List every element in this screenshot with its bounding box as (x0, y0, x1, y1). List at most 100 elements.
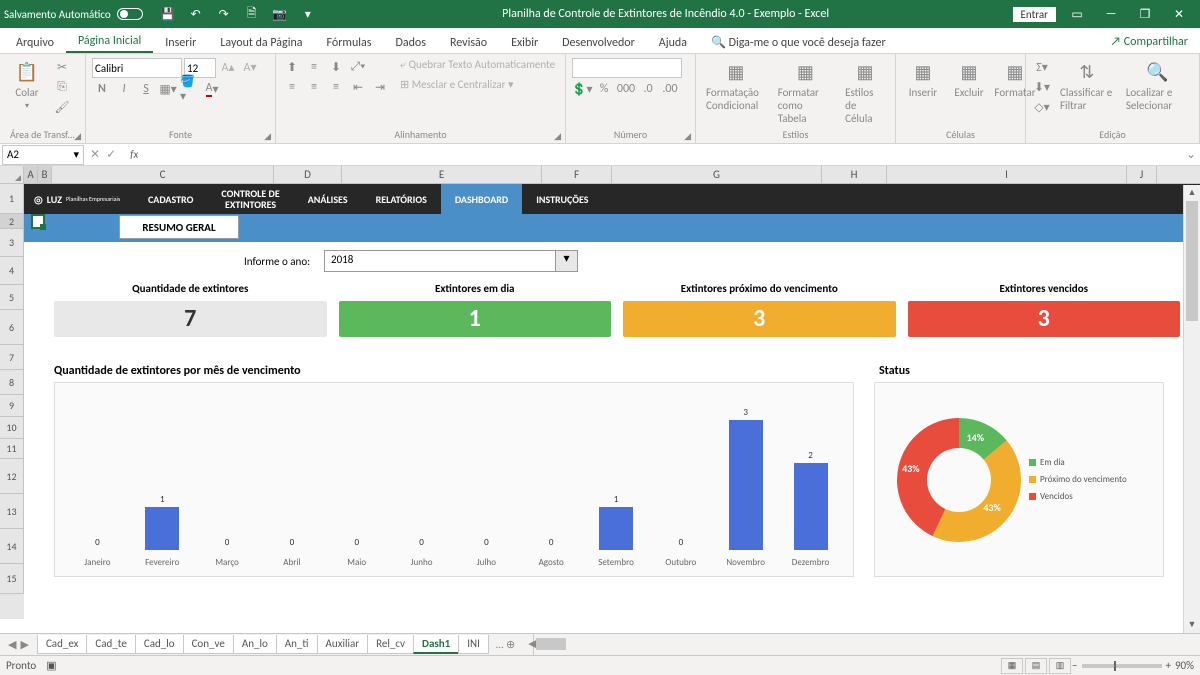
align-left-icon[interactable]: ≡ (282, 78, 302, 96)
tab-developer[interactable]: Desenvolvedor (550, 32, 647, 53)
dec-dec-icon[interactable]: .00 (660, 80, 680, 98)
fx-icon[interactable]: fx (130, 148, 138, 161)
tab-insert[interactable]: Inserir (153, 32, 208, 53)
sheet-tab[interactable]: Rel_cv (367, 635, 414, 654)
autosave-toggle[interactable]: Salvamento Automático (4, 8, 143, 21)
vertical-scrollbar[interactable]: ▲▼ (1183, 185, 1200, 633)
clear-icon[interactable]: ◇▾ (1032, 98, 1052, 116)
fill-icon[interactable]: ⬇▾ (1032, 78, 1052, 96)
format-painter-icon[interactable]: 🖌 (52, 98, 72, 116)
wrap-text-button[interactable]: ⤶ Quebrar Texto Automaticamente (400, 58, 555, 72)
align-right-icon[interactable]: ≡ (326, 78, 346, 96)
row-header-10[interactable]: 10 (0, 417, 24, 439)
col-header-F[interactable]: F (542, 166, 612, 183)
copy-icon[interactable]: ⎘ (52, 78, 72, 96)
tab-data[interactable]: Dados (383, 32, 437, 53)
tell-me[interactable]: 🔍 Diga-me o que você deseja fazer (699, 31, 898, 53)
tab-home[interactable]: Página Inicial (66, 30, 153, 53)
col-header-A[interactable]: A (24, 166, 38, 183)
cut-icon[interactable]: ✂ (52, 58, 72, 76)
col-header-I[interactable]: I (887, 166, 1127, 183)
sheet-tab[interactable]: Auxiliar (317, 635, 369, 654)
tab-review[interactable]: Revisão (438, 32, 499, 53)
col-header-H[interactable]: H (822, 166, 887, 183)
align-top-icon[interactable]: ⬆ (282, 58, 302, 76)
inc-dec-icon[interactable]: .0 (638, 80, 658, 98)
view-layout-icon[interactable]: ▤ (1025, 658, 1047, 674)
font-name-select[interactable] (92, 58, 182, 78)
indent-inc-icon[interactable]: ⇥ (370, 78, 390, 96)
selected-cell[interactable] (31, 214, 45, 229)
percent-icon[interactable]: % (594, 80, 614, 98)
cell-styles-button[interactable]: ▦Estilos de Célula (841, 58, 889, 127)
macro-rec-icon[interactable]: ▣ (46, 659, 56, 672)
col-header-B[interactable]: B (38, 166, 52, 183)
grow-font-icon[interactable]: A▴ (218, 58, 238, 76)
underline-icon[interactable]: S (136, 80, 156, 98)
zoom-level[interactable]: 90% (1175, 659, 1194, 672)
dash-nav-item[interactable]: ANÁLISES (294, 184, 362, 214)
close-icon[interactable]: ✕ (1162, 3, 1196, 25)
sheet-next-icon[interactable]: ▶ (20, 638, 28, 651)
dash-nav-item[interactable]: CADASTRO (134, 184, 207, 214)
undo-icon[interactable]: ↶ (185, 3, 207, 25)
row-header-11[interactable]: 11 (0, 439, 24, 459)
bold-icon[interactable]: N (92, 80, 112, 98)
cancel-icon[interactable]: ✕ (90, 147, 100, 162)
redo-icon[interactable]: ↷ (213, 3, 235, 25)
sheet-tab[interactable]: Cad_te (86, 635, 135, 654)
sheet-tab[interactable]: Cad_ex (37, 635, 87, 654)
name-box[interactable]: A2▾ (2, 145, 84, 165)
formula-input[interactable] (146, 146, 1182, 164)
italic-icon[interactable]: I (114, 80, 134, 98)
sheet-tab[interactable]: INI (458, 635, 489, 654)
expand-fbar-icon[interactable]: ⌄ (1182, 147, 1200, 162)
orientation-icon[interactable]: ⤢▾ (348, 58, 368, 76)
tab-help[interactable]: Ajuda (647, 32, 699, 53)
paste-button[interactable]: 📋Colar▾ (6, 58, 48, 113)
sheet-more-icon[interactable]: … ⊕ (488, 638, 523, 651)
tab-file[interactable]: Arquivo (4, 32, 66, 53)
resumo-tab[interactable]: RESUMO GERAL (119, 215, 239, 239)
fill-color-icon[interactable]: 🪣▾ (180, 80, 200, 98)
row-header-14[interactable]: 14 (0, 529, 24, 564)
row-header-4[interactable]: 4 (0, 257, 24, 285)
currency-icon[interactable]: 💲▾ (572, 80, 592, 98)
format-table-button[interactable]: ▦Formatar como Tabela (774, 58, 837, 127)
zoom-out-icon[interactable]: − (1072, 659, 1077, 672)
sort-filter-button[interactable]: ⇅Classificar e Filtrar (1056, 58, 1118, 114)
col-header-J[interactable]: J (1127, 166, 1157, 183)
minimize-icon[interactable]: — (1094, 3, 1128, 25)
sheet-tab[interactable]: Con_ve (183, 635, 234, 654)
ribbon-options-icon[interactable]: ▭ (1060, 3, 1094, 25)
tab-view[interactable]: Exibir (499, 32, 550, 53)
row-header-7[interactable]: 7 (0, 345, 24, 370)
align-center-icon[interactable]: ≡ (304, 78, 324, 96)
cond-format-button[interactable]: ▦Formatação Condicional (702, 58, 770, 114)
view-normal-icon[interactable]: ▦ (1001, 658, 1023, 674)
save-icon[interactable]: 💾 (157, 3, 179, 25)
row-header-2[interactable]: 2 (0, 214, 24, 229)
row-header-5[interactable]: 5 (0, 285, 24, 310)
qat-icon[interactable]: 🗎 (241, 3, 263, 25)
tab-layout[interactable]: Layout da Página (208, 32, 314, 53)
autosum-icon[interactable]: Σ▾ (1032, 58, 1052, 76)
dash-nav-item[interactable]: CONTROLE DEEXTINTORES (207, 184, 293, 214)
number-format-select[interactable] (572, 58, 682, 78)
qat-icon[interactable]: 📷 (269, 3, 291, 25)
dash-nav-item[interactable]: DASHBOARD (441, 184, 522, 214)
select-all-icon[interactable] (0, 166, 24, 183)
view-break-icon[interactable]: ▥ (1049, 658, 1071, 674)
col-header-C[interactable]: C (52, 166, 274, 183)
qat-dropdown-icon[interactable]: ▾ (297, 3, 319, 25)
col-header-E[interactable]: E (342, 166, 542, 183)
year-select[interactable]: 2018▾ (324, 250, 578, 272)
sheet-prev-icon[interactable]: ◀ (8, 638, 16, 651)
row-header-3[interactable]: 3 (0, 229, 24, 257)
share-button[interactable]: ↗ Compartilhar (1102, 31, 1196, 53)
zoom-in-icon[interactable]: + (1166, 659, 1171, 672)
row-header-1[interactable]: 1 (0, 184, 24, 214)
merge-center-button[interactable]: ⊞ Mesclar e Centralizar ▾ (400, 78, 555, 91)
col-header-G[interactable]: G (612, 166, 822, 183)
maximize-icon[interactable]: ❐ (1128, 3, 1162, 25)
